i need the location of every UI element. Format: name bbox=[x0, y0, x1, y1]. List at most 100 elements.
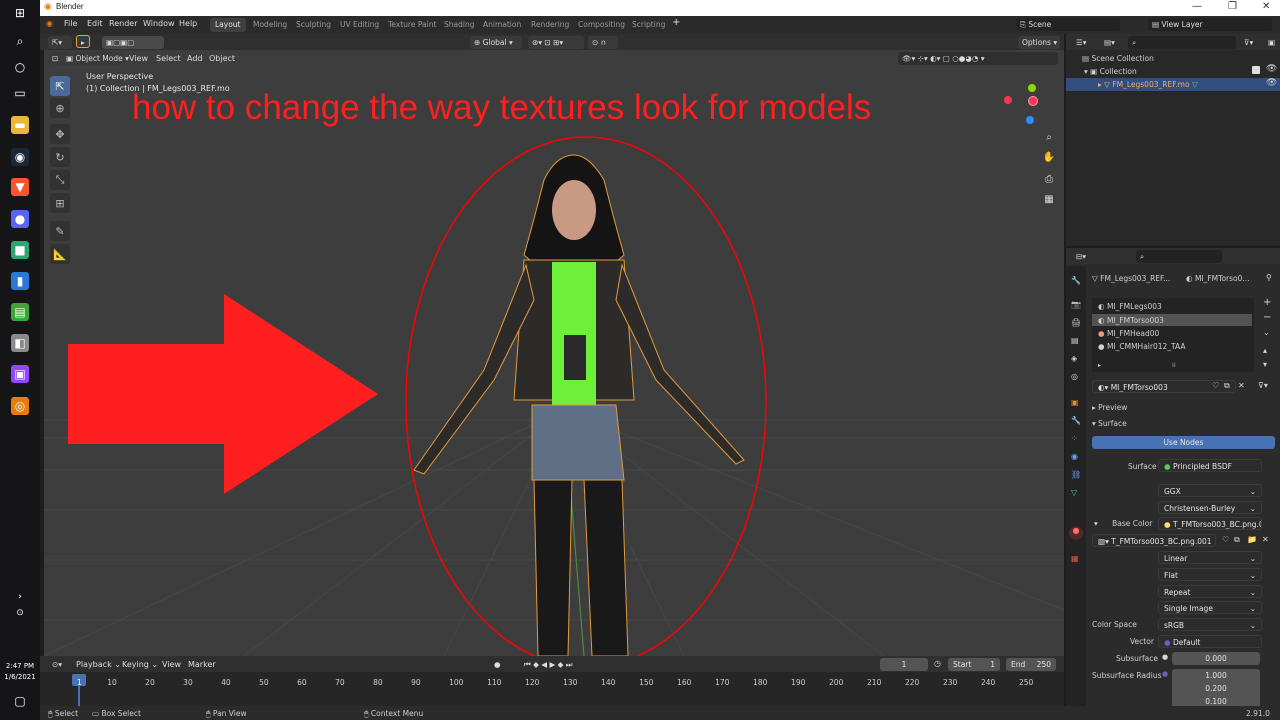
playback-controls[interactable]: ⏮ ◆ ◀ ▶ ◆ ⏭ bbox=[520, 658, 602, 671]
menu-edit[interactable]: Edit bbox=[87, 19, 103, 28]
file-explorer-icon[interactable]: ▬ bbox=[11, 116, 29, 134]
color-space-dropdown[interactable]: sRGB ⌄ bbox=[1158, 618, 1262, 631]
world-tab-icon[interactable]: ◎ bbox=[1071, 372, 1078, 381]
display-mode-dropdown[interactable]: ▤▾ bbox=[1100, 36, 1124, 49]
view-layer-tab-icon[interactable]: ▤ bbox=[1071, 336, 1079, 345]
twitch-icon[interactable]: ▣ bbox=[11, 365, 29, 383]
tray-icons[interactable]: ⊙ bbox=[11, 604, 29, 622]
app-icon[interactable]: ■ bbox=[11, 241, 29, 259]
tab-compositing[interactable]: Compositing bbox=[573, 18, 630, 32]
projection-dropdown[interactable]: Flat ⌄ bbox=[1158, 568, 1262, 581]
keying-menu[interactable]: Keying ⌄ bbox=[122, 660, 158, 669]
viewport-menu-add[interactable]: Add bbox=[187, 54, 203, 63]
image-duplicate-icon[interactable]: ⧉ bbox=[1234, 535, 1240, 545]
tab-scripting[interactable]: Scripting bbox=[627, 18, 670, 32]
outliner-object-row[interactable]: ▸ ▽ FM_Legs003_REF.mo ▽ 👁 bbox=[1066, 78, 1280, 91]
minimize-button[interactable]: — bbox=[1192, 1, 1202, 12]
material-slot-item[interactable]: ◐ MI_FMLegs003 bbox=[1098, 302, 1162, 311]
playback-menu[interactable]: Playback ⌄ bbox=[76, 660, 121, 669]
clock-icon[interactable]: ◷ bbox=[934, 659, 941, 668]
tab-animation[interactable]: Animation bbox=[478, 18, 526, 32]
remove-slot-button[interactable]: − bbox=[1263, 312, 1271, 323]
radius-x-field[interactable]: 1.000 bbox=[1172, 669, 1260, 682]
gizmo-y-axis[interactable] bbox=[1028, 84, 1036, 92]
close-button[interactable]: ✕ bbox=[1262, 1, 1270, 12]
proportional-edit-icon[interactable]: ⊙ ∩ bbox=[588, 36, 618, 49]
steam-icon[interactable]: ◉ bbox=[11, 148, 29, 166]
tweak-icon[interactable]: ▸ bbox=[76, 35, 90, 48]
unlink-icon[interactable]: ✕ bbox=[1238, 381, 1245, 390]
distribution-dropdown[interactable]: GGX ⌄ bbox=[1158, 484, 1262, 497]
transform-tool[interactable]: ⊞ bbox=[50, 193, 70, 213]
app2-icon[interactable]: ◧ bbox=[11, 334, 29, 352]
vector-field[interactable]: ● Default bbox=[1158, 635, 1262, 648]
link-dropdown[interactable]: ⊽▾ bbox=[1258, 381, 1268, 390]
material-tab-icon[interactable]: ● bbox=[1069, 526, 1083, 540]
object-tab-icon[interactable]: ▣ bbox=[1071, 398, 1079, 407]
zoom-icon[interactable]: ⌕ bbox=[1040, 128, 1058, 146]
radius-y-field[interactable]: 0.200 bbox=[1172, 682, 1260, 695]
maximize-button[interactable]: ❐ bbox=[1228, 1, 1237, 12]
scale-tool[interactable]: ⤡ bbox=[50, 170, 70, 190]
collection-row[interactable]: ▾ ▣ Collection bbox=[1084, 67, 1137, 76]
navigation-gizmo[interactable] bbox=[1002, 84, 1042, 128]
subsurface-method-dropdown[interactable]: Christensen-Burley ⌄ bbox=[1158, 501, 1262, 514]
subsurface-radius-socket-icon[interactable]: ● bbox=[1162, 670, 1168, 678]
menu-file[interactable]: File bbox=[64, 19, 77, 28]
viewport-shading-buttons[interactable]: 👁▾ ⊹▾ ◐▾ ▢ ○●◕◔ ▾ bbox=[898, 52, 1058, 65]
slot-specials-icon[interactable]: ⌄ bbox=[1263, 328, 1270, 337]
transform-orientation-dropdown[interactable]: ⊕ Global ▾ bbox=[470, 36, 522, 49]
new-collection-icon[interactable]: ▣ bbox=[1264, 36, 1278, 49]
phone-icon[interactable]: ▮ bbox=[11, 272, 29, 290]
source-dropdown[interactable]: Single Image ⌄ bbox=[1158, 601, 1262, 614]
view-layer-selector[interactable]: ▤ View Layer bbox=[1148, 18, 1272, 31]
interpolation-dropdown[interactable]: Linear ⌄ bbox=[1158, 551, 1262, 564]
scene-collection-label[interactable]: ▤ Scene Collection bbox=[1082, 54, 1154, 63]
image-fake-user-icon[interactable]: ♡ bbox=[1222, 535, 1229, 544]
move-down-icon[interactable]: ▾ bbox=[1263, 360, 1267, 369]
options-dropdown[interactable]: Options ▾ bbox=[1018, 36, 1060, 49]
selection-mode-buttons[interactable]: ▣▢▣▢ bbox=[102, 36, 164, 49]
select-box-tool[interactable]: ⇱ bbox=[50, 76, 70, 96]
search-icon[interactable]: ⌕ bbox=[11, 32, 29, 50]
menu-render[interactable]: Render bbox=[109, 19, 137, 28]
output-tab-icon[interactable]: 🖨 bbox=[1071, 318, 1081, 327]
viewport-menu-view[interactable]: View bbox=[129, 54, 148, 63]
gizmo-x-positive[interactable] bbox=[1028, 96, 1038, 106]
move-tool[interactable]: ✥ bbox=[50, 124, 70, 144]
gizmo-x-axis[interactable] bbox=[1004, 96, 1012, 104]
list-expand-icon[interactable]: ▸ bbox=[1098, 362, 1101, 369]
timeline-view-menu[interactable]: View bbox=[162, 660, 181, 669]
tab-shading[interactable]: Shading bbox=[439, 18, 479, 32]
surface-panel-header[interactable]: ▾ Surface bbox=[1092, 419, 1127, 428]
properties-editor-type[interactable]: ⊟▾ bbox=[1072, 250, 1096, 263]
outliner-editor-type[interactable]: ☰▾ bbox=[1072, 36, 1096, 49]
object-eye-icon[interactable]: 👁 bbox=[1266, 78, 1277, 88]
fake-user-icon[interactable]: ♡ bbox=[1212, 381, 1219, 390]
modifier-tab-icon[interactable]: 🔧 bbox=[1071, 416, 1081, 425]
base-color-field[interactable]: ● T_FMTorso003_BC.png.0... bbox=[1158, 517, 1262, 530]
cursor-tool[interactable]: ⊕ bbox=[50, 98, 70, 118]
subsurface-field[interactable]: 0.000 bbox=[1172, 652, 1260, 665]
move-up-icon[interactable]: ▴ bbox=[1263, 346, 1267, 355]
gizmo-z-axis[interactable] bbox=[1026, 116, 1034, 124]
pan-hand-icon[interactable]: ✋ bbox=[1040, 148, 1058, 166]
start-frame-field[interactable]: Start 1 bbox=[948, 658, 1000, 671]
image-unlink-icon[interactable]: ✕ bbox=[1262, 535, 1269, 544]
texture-tab-icon[interactable]: ▦ bbox=[1071, 554, 1079, 563]
viewport-menu-select[interactable]: Select bbox=[156, 54, 181, 63]
use-nodes-button[interactable]: Use Nodes bbox=[1092, 436, 1275, 449]
collection-checkbox[interactable] bbox=[1252, 66, 1260, 74]
material-slot-item[interactable]: ● MI_FMHead00 bbox=[1098, 329, 1159, 338]
notification-icon[interactable]: ▢ bbox=[11, 692, 29, 710]
outliner-search-input[interactable]: ⌕ bbox=[1128, 36, 1236, 49]
rotate-tool[interactable]: ↻ bbox=[50, 147, 70, 167]
filter-icon[interactable]: ⊽▾ bbox=[1240, 36, 1262, 49]
annotate-tool[interactable]: ✎ bbox=[50, 221, 70, 241]
perspective-grid-icon[interactable]: ▦ bbox=[1040, 190, 1058, 208]
tool-tab-icon[interactable]: 🔧 bbox=[1071, 276, 1081, 285]
tab-texture-paint[interactable]: Texture Paint bbox=[383, 18, 441, 32]
particles-tab-icon[interactable]: ⁘ bbox=[1071, 434, 1078, 443]
brave-icon[interactable]: ▼ bbox=[11, 178, 29, 196]
add-workspace-button[interactable]: + bbox=[672, 17, 680, 28]
